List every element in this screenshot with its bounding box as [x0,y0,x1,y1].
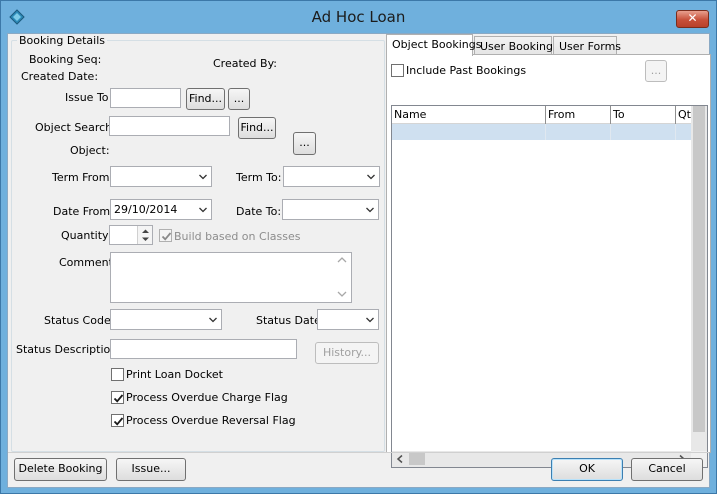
status-description-label: Status Description: [16,343,121,356]
table-row[interactable] [392,124,692,140]
status-date-label: Status Date: [256,314,325,327]
chevron-down-icon [366,207,374,213]
date-to-label: Date To: [236,205,282,218]
issue-to-find-button[interactable]: Find... [186,88,225,110]
term-from-select[interactable] [110,166,212,187]
date-from-picker[interactable]: 29/10/2014 [110,199,212,220]
status-description-input[interactable] [110,339,297,359]
booking-details-title: Booking Details [17,34,108,47]
build-classes-checkbox[interactable] [159,229,172,242]
checkmark-icon [161,232,172,241]
print-docket-checkbox[interactable] [111,368,124,381]
quantity-label: Quantity: [61,229,112,242]
overdue-charge-label: Process Overdue Charge Flag [126,391,288,404]
title-bar[interactable]: Ad Hoc Loan ✕ [1,1,716,34]
ok-button[interactable]: OK [551,458,623,481]
booking-seq-label: Booking Seq: [29,53,102,66]
created-date-label: Created Date: [21,70,99,83]
status-date-picker[interactable] [317,309,379,330]
comment-textarea[interactable] [110,252,352,303]
object-browse-button[interactable]: ... [293,132,316,155]
chevron-down-icon [366,317,374,323]
tab-user-bookings[interactable]: User Bookings [474,36,559,56]
overdue-reversal-checkbox[interactable] [111,414,124,427]
object-search-input[interactable] [109,116,230,136]
overdue-reversal-label: Process Overdue Reversal Flag [126,414,296,427]
object-bookings-panel: Include Past Bookings ... Name From To Q… [386,54,711,468]
issue-to-browse-button[interactable]: ... [228,88,250,110]
created-by-label: Created By: [213,57,277,70]
build-classes-label: Build based on Classes [174,230,301,243]
checkmark-icon [113,417,124,426]
table-cell [546,124,611,140]
ad-hoc-loan-window: Ad Hoc Loan ✕ Booking Details Booking Se… [0,0,717,494]
object-label: Object: [70,144,110,157]
chevron-down-icon [209,317,217,323]
include-past-checkbox[interactable] [391,64,404,77]
status-code-select[interactable] [110,309,222,330]
overdue-charge-checkbox[interactable] [111,391,124,404]
scroll-up-icon [337,257,347,263]
table-cell [611,124,676,140]
checkmark-icon [113,394,124,403]
column-header-qty[interactable]: Qty [676,106,692,124]
issue-button[interactable]: Issue... [116,458,186,481]
tab-object-bookings[interactable]: Object Bookings [386,34,481,56]
tab-user-forms[interactable]: User Forms [553,36,621,56]
spin-down-icon [142,237,149,241]
dialog-body: Booking Details Booking Seq: Created By:… [7,33,711,488]
scroll-down-icon [337,291,347,297]
vertical-scroll-thumb[interactable] [693,106,705,432]
close-icon: ✕ [687,11,698,25]
date-from-value: 29/10/2014 [114,203,178,216]
date-to-picker[interactable] [282,199,379,220]
history-button[interactable]: History... [315,342,379,364]
include-past-label: Include Past Bookings [406,64,527,77]
column-header-name[interactable]: Name [392,106,546,124]
date-from-label: Date From: [53,205,114,218]
chevron-down-icon [199,174,207,180]
term-from-label: Term From: [52,171,114,184]
comment-label: Comment: [59,256,117,269]
chevron-down-icon [367,174,375,180]
cancel-button[interactable]: Cancel [631,458,703,481]
quantity-spin-buttons[interactable] [137,226,152,244]
status-code-label: Status Code: [44,314,115,327]
issue-to-input[interactable] [110,88,181,108]
issue-to-label: Issue To [65,91,109,104]
term-to-label: Term To: [236,171,282,184]
close-button[interactable]: ✕ [676,10,709,28]
window-title: Ad Hoc Loan [311,8,406,26]
vertical-scrollbar[interactable] [691,106,707,452]
object-search-label: Object Search: [35,121,116,134]
grid-header: Name From To Qty [392,106,692,124]
chevron-down-icon [199,207,207,213]
table-cell [392,124,546,140]
print-docket-label: Print Loan Docket [126,368,223,381]
column-header-to[interactable]: To [611,106,676,124]
column-header-from[interactable]: From [546,106,611,124]
object-search-find-button[interactable]: Find... [238,117,276,139]
term-to-select[interactable] [283,166,380,187]
delete-booking-button[interactable]: Delete Booking [14,458,107,481]
object-bookings-browse-button[interactable]: ... [645,60,667,82]
object-bookings-grid[interactable]: Name From To Qty [391,105,708,468]
